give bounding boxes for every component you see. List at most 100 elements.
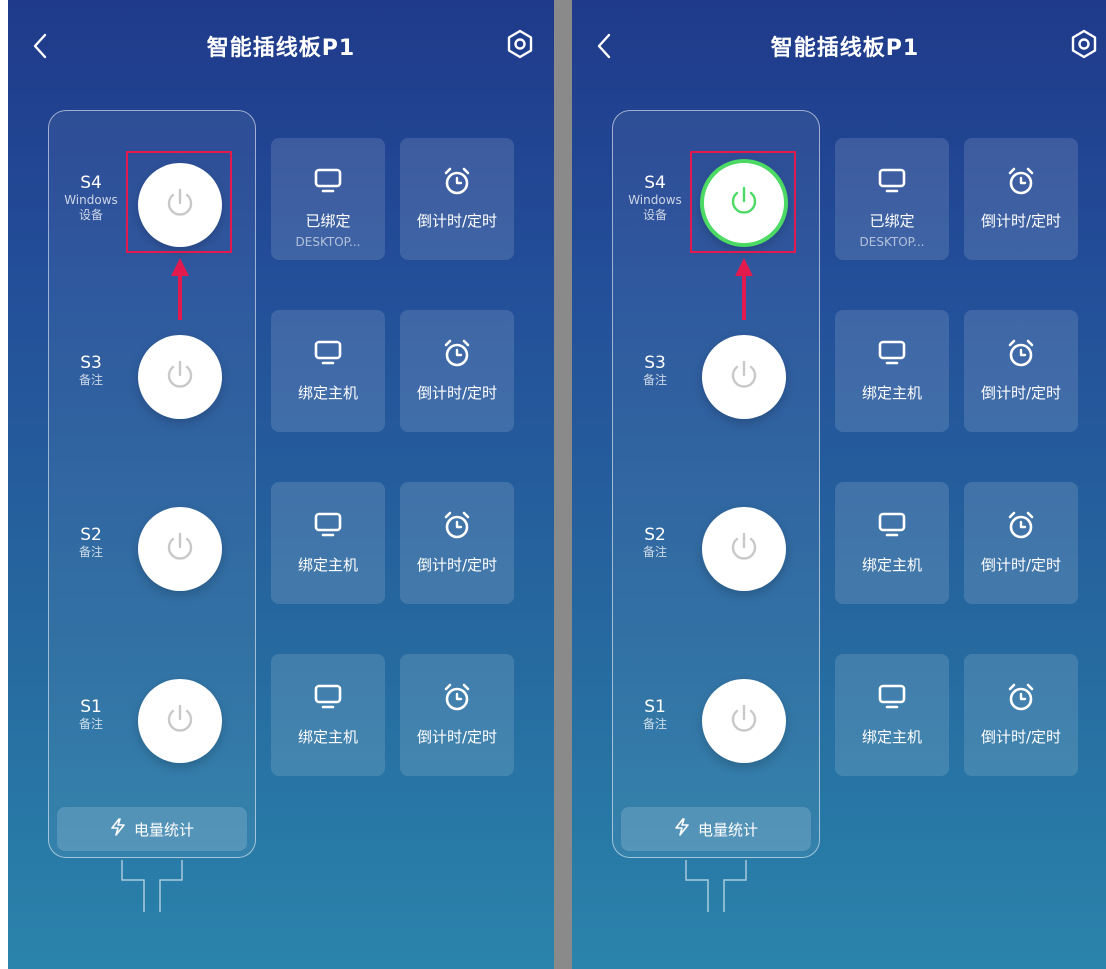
bind-host-tile[interactable]: 绑定主机 [835,482,949,604]
monitor-icon [313,510,343,540]
plug-cable [684,860,748,912]
highlight-box [126,151,232,253]
outlet-note: 备注 [78,545,103,559]
outlet-note: 备注 [78,373,103,387]
power-icon [727,358,761,396]
monitor-icon [877,682,907,712]
power-toggle-s2[interactable] [138,507,222,591]
timer-tile[interactable]: 倒计时/定时 [964,310,1078,432]
bound-device-name: DESKTOP... [859,235,925,249]
power-icon [727,702,761,740]
settings-button[interactable] [504,29,536,63]
power-icon [163,358,197,396]
timer-tile[interactable]: 倒计时/定时 [964,138,1078,260]
bind-host-label: 绑定主机 [861,384,922,402]
lightning-icon [674,818,690,840]
outlet-name: S1 [80,697,102,717]
outlet-row-s1: S1 备注 [49,667,255,767]
timer-label: 倒计时/定时 [416,556,498,574]
bound-device-name: DESKTOP... [295,235,361,249]
outlet-name: S4 [80,173,102,193]
power-toggle-s1[interactable] [138,679,222,763]
settings-button[interactable] [1068,29,1100,63]
outlet-note: 备注 [78,717,103,731]
screen-after: 智能插线板P1 S4 Windows 设备 S3 备注 S2 备注 S1 备注 电量统计 已绑定 DES… [572,0,1106,969]
bind-host-tile[interactable]: 已绑定 DESKTOP... [271,138,385,260]
monitor-icon [877,510,907,540]
highlight-box [690,151,796,253]
alarm-clock-icon [442,166,472,196]
outlet-label: S4 Windows 设备 [49,173,133,223]
timer-label: 倒计时/定时 [416,728,498,746]
outlet-row-s1: S1 备注 [613,667,819,767]
outlet-note: 备注 [642,545,667,559]
power-toggle-s3[interactable] [702,335,786,419]
outlet-row-s3: S3 备注 [49,323,255,423]
power-icon [163,702,197,740]
bind-host-tile[interactable]: 绑定主机 [835,654,949,776]
power-icon [163,530,197,568]
monitor-icon [313,166,343,196]
alarm-clock-icon [1006,510,1036,540]
monitor-icon [313,682,343,712]
outlet-name: S3 [80,353,102,373]
outlet-name: S1 [644,697,666,717]
outlet-note: 备注 [642,373,667,387]
outlet-label: S4 Windows 设备 [613,173,697,223]
power-toggle-s2[interactable] [702,507,786,591]
timer-label: 倒计时/定时 [980,212,1062,230]
page-title: 智能插线板P1 [206,36,356,61]
alarm-clock-icon [442,338,472,368]
hex-settings-icon [505,29,535,63]
timer-tile[interactable]: 倒计时/定时 [964,654,1078,776]
hex-settings-icon [1069,29,1099,63]
timer-tile[interactable]: 倒计时/定时 [964,482,1078,604]
up-arrow-icon [735,258,753,320]
timer-tile[interactable]: 倒计时/定时 [400,138,514,260]
outlet-label: S2 备注 [613,525,697,560]
outlet-note-2: 设备 [642,208,667,222]
outlet-label: S2 备注 [49,525,133,560]
screen-before: 智能插线板P1 S4 Windows 设备 S3 备注 S2 备注 S1 备注 电量统计 已绑定 DES… [8,0,554,969]
timer-label: 倒计时/定时 [980,728,1062,746]
timer-label: 倒计时/定时 [980,556,1062,574]
bind-host-label: 已绑定 [869,212,915,230]
bind-host-tile[interactable]: 绑定主机 [835,310,949,432]
outlet-name: S4 [644,173,666,193]
power-toggle-s1[interactable] [702,679,786,763]
energy-stats-label: 电量统计 [697,820,758,839]
bind-host-label: 绑定主机 [297,728,358,746]
lightning-icon [110,818,126,840]
bind-host-tile[interactable]: 绑定主机 [271,654,385,776]
outlet-label: S1 备注 [613,697,697,732]
up-arrow-icon [171,258,189,320]
alarm-clock-icon [1006,338,1036,368]
monitor-icon [877,338,907,368]
timer-label: 倒计时/定时 [416,384,498,402]
bind-host-label: 绑定主机 [861,728,922,746]
power-toggle-s3[interactable] [138,335,222,419]
bind-host-label: 绑定主机 [297,556,358,574]
energy-stats-button[interactable]: 电量统计 [57,807,247,851]
bind-host-tile[interactable]: 已绑定 DESKTOP... [835,138,949,260]
alarm-clock-icon [1006,682,1036,712]
timer-tile[interactable]: 倒计时/定时 [400,310,514,432]
timer-tile[interactable]: 倒计时/定时 [400,482,514,604]
plug-cable [120,860,184,912]
alarm-clock-icon [442,682,472,712]
bind-host-tile[interactable]: 绑定主机 [271,482,385,604]
comparison-canvas: 智能插线板P1 S4 Windows 设备 S3 备注 S2 备注 S1 备注 电量统计 已绑定 DES… [0,0,1106,969]
bind-host-tile[interactable]: 绑定主机 [271,310,385,432]
bind-host-label: 绑定主机 [297,384,358,402]
outlet-name: S2 [80,525,102,545]
monitor-icon [313,338,343,368]
outlet-label: S3 备注 [49,353,133,388]
outlet-note-2: 设备 [78,208,103,222]
timer-tile[interactable]: 倒计时/定时 [400,654,514,776]
outlet-label: S3 备注 [613,353,697,388]
outlet-row-s2: S2 备注 [49,495,255,595]
bind-host-label: 绑定主机 [861,556,922,574]
outlet-note: Windows [628,193,682,207]
alarm-clock-icon [1006,166,1036,196]
energy-stats-button[interactable]: 电量统计 [621,807,811,851]
